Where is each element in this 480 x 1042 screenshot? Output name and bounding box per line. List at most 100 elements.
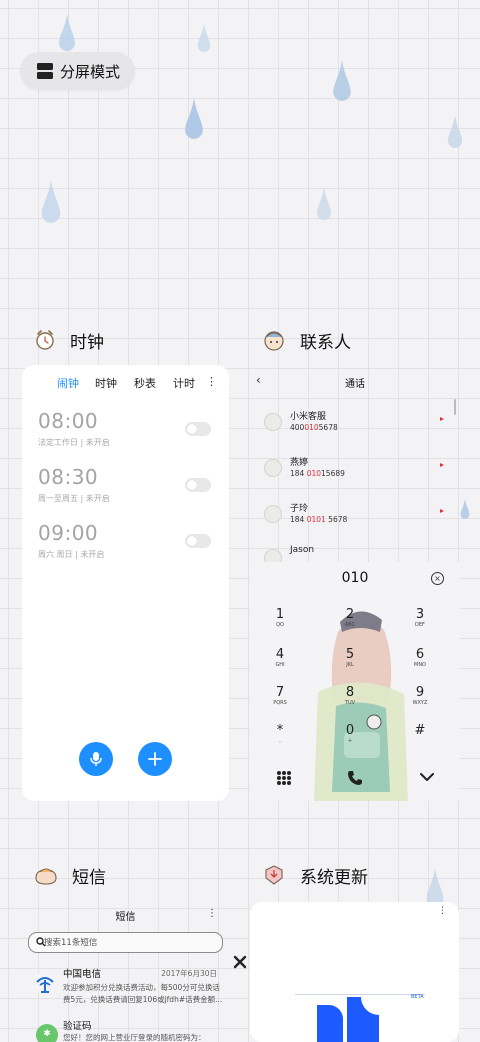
plus-icon xyxy=(148,752,162,766)
china-telecom-logo-icon xyxy=(33,971,57,995)
raindrop-decoration xyxy=(447,115,463,148)
sms-cloud-icon xyxy=(35,868,57,885)
sms-search-placeholder: 搜索11条短信 xyxy=(44,938,98,948)
contact-name: Jason xyxy=(290,545,315,555)
split-screen-button[interactable]: 分屏模式 xyxy=(20,52,135,90)
add-alarm-button[interactable] xyxy=(138,742,172,776)
alarm-detail: 法定工作日 | 未开启 xyxy=(38,438,110,447)
contact-avatar xyxy=(264,413,282,431)
contact-number: 184 0101 5678 xyxy=(290,515,348,524)
alarm-item[interactable]: 08:00 法定工作日 | 未开启 xyxy=(38,409,213,461)
raindrop-decoration xyxy=(460,498,470,519)
raindrop-decoration xyxy=(185,98,203,139)
update-app-header[interactable]: 系统更新 xyxy=(262,860,368,890)
more-menu-icon[interactable]: ⋮ xyxy=(206,375,217,388)
contact-row[interactable]: 小米客服 4000105678 xyxy=(262,409,450,443)
sms-thread[interactable]: 中国电信 2017年6月30日 欢迎参加积分兑换话费活动，每500分可兑换话 费… xyxy=(28,966,223,1016)
voice-alarm-button[interactable] xyxy=(79,742,113,776)
contacts-app-name: 联系人 xyxy=(300,332,351,353)
tab-clock[interactable]: 时钟 xyxy=(95,375,117,391)
update-app-card[interactable]: ⋮ BETA xyxy=(250,902,459,1042)
scrollbar[interactable] xyxy=(454,399,456,415)
sms-sender: 中国电信 xyxy=(63,969,102,980)
clock-app-header[interactable]: 时钟 xyxy=(34,325,104,355)
call-direction-icon xyxy=(440,417,444,421)
raindrop-decoration xyxy=(197,23,211,52)
sms-preview-line: 欢迎参加积分兑换话费活动，每500分可兑换话 xyxy=(63,983,220,992)
alarm-toggle[interactable] xyxy=(185,534,211,548)
contact-avatar xyxy=(264,505,282,523)
clock-app-card[interactable]: 闹钟 时钟 秒表 计时 ⋮ 08:00 法定工作日 | 未开启 08:30 周一… xyxy=(22,365,229,801)
contact-name: 子玲 xyxy=(290,504,309,514)
more-menu-icon[interactable]: ⋮ xyxy=(438,906,447,916)
contacts-face-icon xyxy=(264,331,284,351)
update-graphic: BETA xyxy=(295,994,425,1042)
dial-key-1[interactable]: 1 QO xyxy=(270,608,290,629)
dial-key-4[interactable]: 4 GHI xyxy=(270,648,290,669)
contact-name: 小米客服 xyxy=(290,412,327,422)
update-graphic-block xyxy=(317,1005,343,1042)
more-menu-icon[interactable]: ⋮ xyxy=(207,908,217,919)
alarm-toggle[interactable] xyxy=(185,422,211,436)
calls-title: 通话 xyxy=(345,379,365,390)
sms-preview-line: 费5元，兑换话费请回复106或jfdh#话费金额... xyxy=(63,995,223,1004)
contacts-app-card[interactable]: ‹ 通话 小米客服 4000105678 燕婷 184 01015689 子玲 … xyxy=(250,365,460,801)
raindrop-decoration xyxy=(41,180,61,223)
dial-key-star[interactable]: *, xyxy=(270,724,290,745)
system-update-icon xyxy=(265,865,283,885)
alarm-detail: 周六 周日 | 未开启 xyxy=(38,550,105,559)
tab-stopwatch[interactable]: 秒表 xyxy=(134,375,156,391)
sms-thread[interactable]: ✱ 验证码 您好！您的网上营业厅登录的随机密码为： xyxy=(28,1018,223,1042)
sms-sender: 验证码 xyxy=(63,1021,92,1032)
contact-avatar xyxy=(264,459,282,477)
dial-input[interactable]: 010 xyxy=(250,570,460,586)
contact-number: 184 01015689 xyxy=(290,469,345,478)
sms-title: 短信 xyxy=(115,912,136,923)
dial-key-9[interactable]: 9 WXYZ xyxy=(410,686,430,707)
clear-input-icon[interactable]: × xyxy=(431,572,444,585)
dial-key-0[interactable]: 0 + xyxy=(340,724,360,745)
raindrop-decoration xyxy=(333,60,351,101)
chevron-down-icon[interactable] xyxy=(420,772,434,782)
sms-app-name: 短信 xyxy=(72,867,106,888)
alarm-item[interactable]: 09:00 周六 周日 | 未开启 xyxy=(38,521,213,573)
raindrop-decoration xyxy=(316,187,332,220)
keypad-grid-icon[interactable] xyxy=(276,770,292,786)
dial-key-5[interactable]: 5 JKL xyxy=(340,648,360,669)
sms-app-header[interactable]: 短信 xyxy=(34,860,106,890)
raindrop-decoration xyxy=(59,14,75,51)
contact-row[interactable]: 子玲 184 0101 5678 xyxy=(262,501,450,535)
sms-app-card[interactable]: 短信 ⋮ 搜索11条短信 中国电信 2017年6月30日 欢迎参加积分兑换话费活… xyxy=(22,902,229,1042)
sms-preview-line: 您好！您的网上营业厅登录的随机密码为： xyxy=(63,1033,206,1042)
clock-tab-bar: 闹钟 时钟 秒表 计时 ⋮ xyxy=(22,375,229,393)
alarm-item[interactable]: 08:30 周一至周五 | 未开启 xyxy=(38,465,213,517)
dial-key-hash[interactable]: # xyxy=(410,724,430,738)
alarm-clock-icon xyxy=(36,330,54,350)
dial-key-6[interactable]: 6 MNO xyxy=(410,648,430,669)
clock-app-name: 时钟 xyxy=(70,332,104,353)
microphone-icon xyxy=(90,752,102,766)
tab-timer[interactable]: 计时 xyxy=(173,375,195,391)
contacts-app-header[interactable]: 联系人 xyxy=(262,325,351,355)
verification-code-avatar-icon: ✱ xyxy=(36,1024,58,1042)
sms-search-input[interactable]: 搜索11条短信 xyxy=(28,932,223,953)
call-direction-icon xyxy=(440,509,444,513)
call-direction-icon xyxy=(440,463,444,467)
dial-key-7[interactable]: 7 PQRS xyxy=(270,686,290,707)
alarm-toggle[interactable] xyxy=(185,478,211,492)
dial-key-3[interactable]: 3 DEF xyxy=(410,608,430,629)
contact-number: 4000105678 xyxy=(290,423,338,432)
dialer-panel: 010 × 1 QO 2 ABC 3 DEF 4 GHI 5 JKL 6 MNO 7 PQRS… xyxy=(250,562,460,801)
update-app-name: 系统更新 xyxy=(300,867,368,888)
phone-call-icon[interactable] xyxy=(347,770,363,786)
split-screen-label: 分屏模式 xyxy=(60,62,121,81)
close-icon[interactable] xyxy=(233,955,247,969)
alarm-detail: 周一至周五 | 未开启 xyxy=(38,494,110,503)
contact-row[interactable]: 燕婷 184 01015689 xyxy=(262,455,450,489)
split-screen-icon xyxy=(37,63,53,79)
tab-alarm[interactable]: 闹钟 xyxy=(57,375,79,391)
dial-key-8[interactable]: 8 TUV xyxy=(340,686,360,707)
beta-badge: BETA xyxy=(411,994,424,1000)
dial-key-2[interactable]: 2 ABC xyxy=(340,608,360,629)
contact-name: 燕婷 xyxy=(290,458,309,468)
